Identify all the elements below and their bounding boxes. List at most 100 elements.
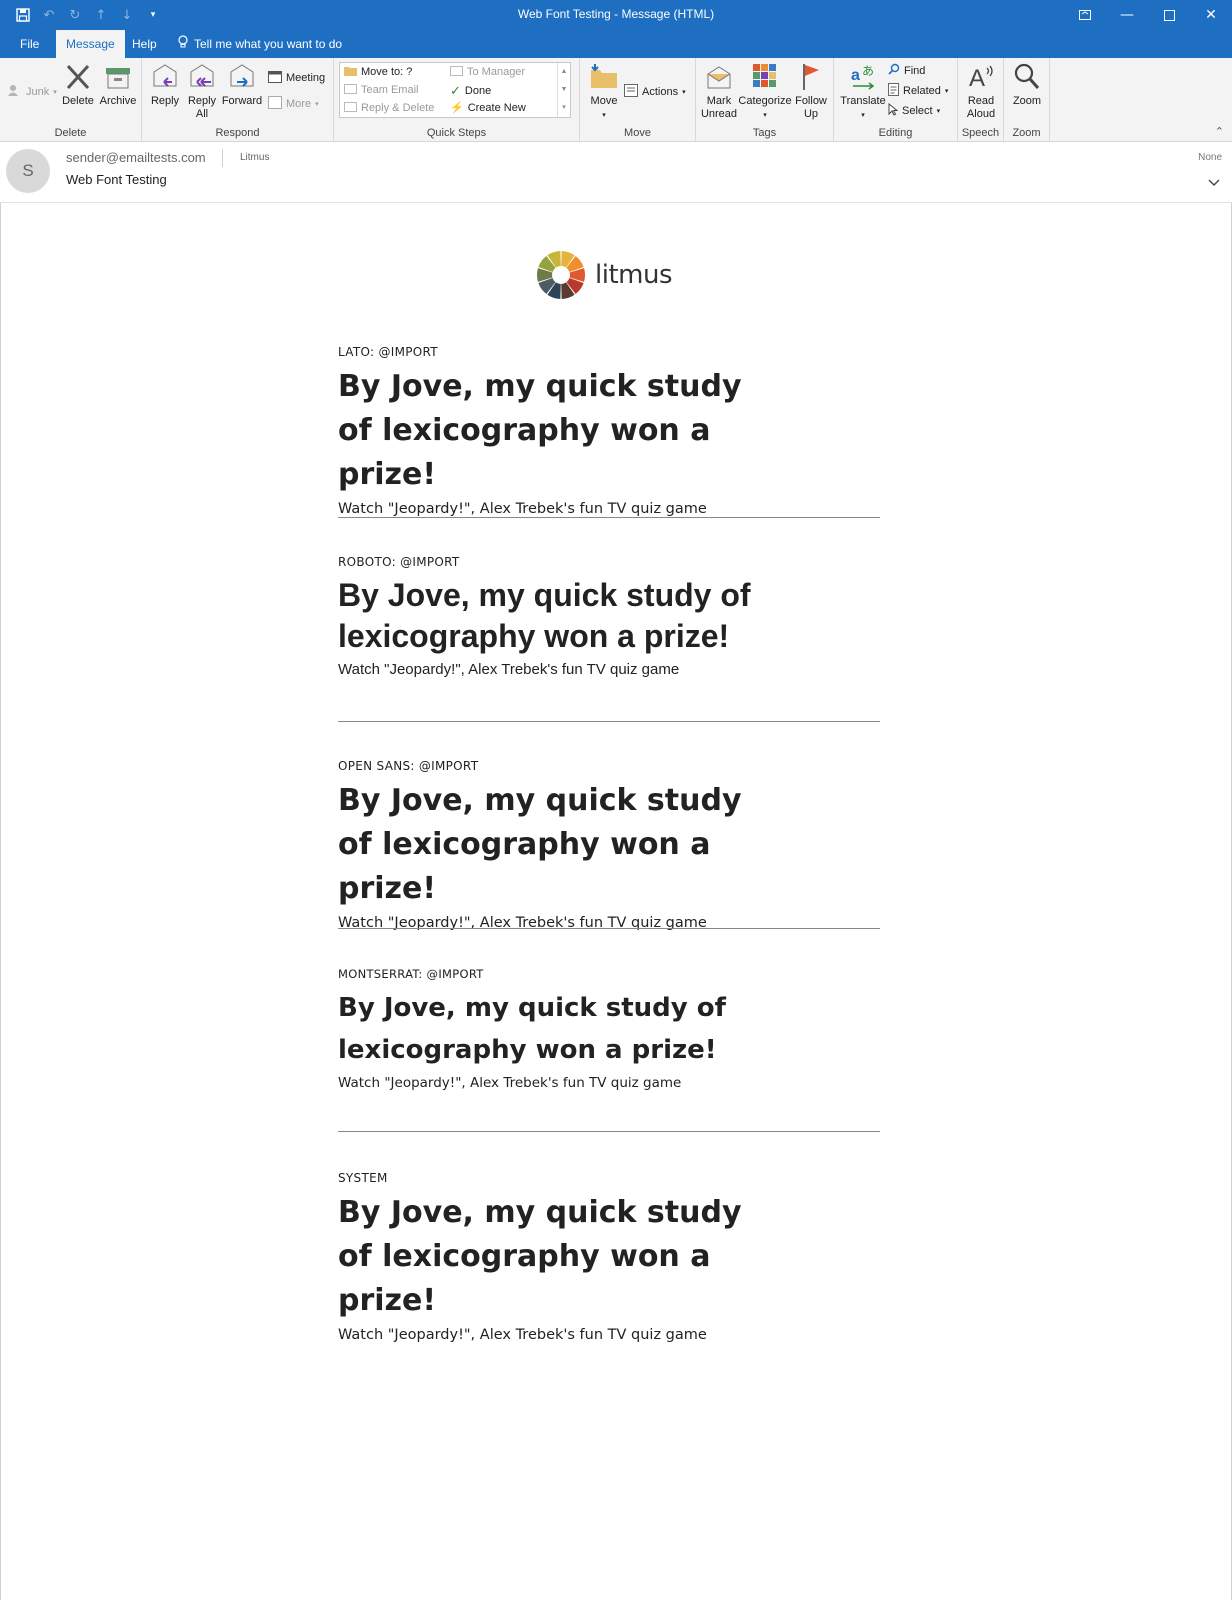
related-label: Related — [903, 85, 941, 97]
reply-all-label-1: Reply — [187, 95, 217, 107]
maximize-icon[interactable] — [1148, 0, 1190, 30]
quickstep-move-to[interactable]: Move to: ? — [344, 65, 412, 79]
logo-text: litmus — [595, 260, 673, 290]
select-button[interactable]: Select ▾ — [888, 102, 940, 119]
quickstep-create-new[interactable]: ⚡ Create New — [450, 101, 526, 115]
quick-steps-gallery: Move to: ? Team Email Reply & Delete To … — [339, 62, 571, 118]
more-icon — [268, 96, 282, 112]
delete-group-label: Delete — [54, 127, 87, 139]
forward-button[interactable]: Forward — [220, 62, 264, 108]
reply-all-button[interactable]: Reply All — [184, 62, 220, 121]
close-icon[interactable]: ✕ — [1190, 0, 1232, 30]
mark-unread-label-2: Unread — [700, 108, 738, 120]
read-aloud-button[interactable]: A Read Aloud — [962, 62, 1000, 121]
delete-button[interactable]: Delete — [60, 62, 96, 108]
find-button[interactable]: Find — [888, 63, 925, 78]
checkmark-icon: ✓ — [450, 83, 461, 98]
move-folder-icon — [586, 62, 622, 92]
respond-group-label: Respond — [215, 127, 260, 139]
reply-delete-label: Reply & Delete — [361, 102, 435, 114]
divider — [338, 1131, 880, 1132]
delete-group: Junk ▾ Delete Archive Delete — [0, 58, 142, 142]
tags-group: Mark Unread Categorize ▾ Follow Up Tags — [696, 58, 834, 142]
ribbon-display-options-icon[interactable] — [1064, 0, 1106, 30]
sample-heading: By Jove, my quick study of lexicography … — [338, 1195, 742, 1318]
litmus-logo: litmus — [535, 249, 673, 301]
quickstep-to-manager[interactable]: To Manager — [450, 65, 525, 79]
move-button[interactable]: Move ▾ — [586, 62, 622, 122]
archive-icon — [98, 62, 138, 92]
ribbon: Junk ▾ Delete Archive Delete Reply Reply… — [0, 58, 1232, 142]
sample-heading: By Jove, my quick study of lexicography … — [338, 369, 742, 492]
zoom-group-label: Zoom — [1012, 127, 1041, 139]
team-email-icon — [344, 83, 357, 97]
delete-icon — [60, 62, 96, 92]
categorize-button[interactable]: Categorize ▾ — [738, 62, 792, 122]
zoom-button[interactable]: Zoom — [1008, 62, 1046, 108]
sender-address[interactable]: sender@emailtests.com — [66, 150, 206, 165]
categorize-label: Categorize — [738, 95, 792, 107]
svg-text:あ: あ — [862, 64, 874, 78]
tab-file[interactable]: File — [10, 30, 49, 58]
quickstep-done[interactable]: ✓ Done — [450, 83, 491, 99]
forward-icon — [220, 62, 264, 92]
sample-subtext: Watch "Jeopardy!", Alex Trebek's fun TV … — [338, 661, 680, 678]
category-label: None — [1198, 152, 1222, 163]
font-sample-lato: LATO: @IMPORT By Jove, my quick study of… — [338, 345, 880, 517]
actions-icon — [624, 84, 638, 100]
junk-button[interactable]: Junk ▾ — [8, 84, 57, 99]
more-respond-button[interactable]: More ▾ — [268, 96, 319, 112]
delete-label: Delete — [62, 95, 94, 107]
header-divider — [222, 149, 223, 167]
tab-help[interactable]: Help — [122, 30, 167, 58]
sample-label: OPEN SANS: @IMPORT — [338, 759, 479, 773]
quickstep-reply-delete[interactable]: Reply & Delete — [344, 101, 434, 115]
related-button[interactable]: Related ▾ — [888, 83, 948, 99]
reply-button[interactable]: Reply — [148, 62, 182, 108]
follow-up-button[interactable]: Follow Up — [792, 62, 830, 121]
editing-group: aあ Translate ▾ Find Related ▾ Select ▾ Edit… — [834, 58, 958, 142]
sample-heading: By Jove, my quick study of lexicography … — [338, 577, 751, 654]
title-bar: ↶ ↻ ↑ ↓ ▾ Web Font Testing - Message (HT… — [0, 0, 1232, 30]
divider — [338, 721, 880, 722]
translate-button[interactable]: aあ Translate ▾ — [838, 62, 888, 122]
team-email-label: Team Email — [361, 84, 419, 96]
litmus-logo-icon — [537, 251, 585, 299]
quickstep-team-email[interactable]: Team Email — [344, 83, 418, 97]
message-header: S sender@emailtests.com Litmus Web Font … — [0, 143, 1232, 203]
editing-group-label: Editing — [878, 127, 913, 139]
recipient[interactable]: Litmus — [240, 152, 269, 163]
sample-label: ROBOTO: @IMPORT — [338, 555, 460, 569]
avatar[interactable]: S — [6, 149, 50, 193]
mark-unread-button[interactable]: Mark Unread — [700, 62, 738, 121]
find-icon — [888, 63, 900, 78]
magnifier-icon — [1008, 62, 1046, 92]
tell-me-text: Tell me what you want to do — [194, 37, 343, 51]
more-label: More — [286, 98, 312, 110]
mark-unread-label-1: Mark — [706, 95, 732, 107]
meeting-button[interactable]: Meeting — [268, 70, 325, 86]
tab-message[interactable]: Message — [56, 30, 125, 58]
sample-subtext: Watch "Jeopardy!", Alex Trebek's fun TV … — [338, 1327, 707, 1343]
follow-up-label-2: Up — [803, 108, 819, 120]
reply-all-label-2: All — [195, 108, 209, 120]
sample-subtext: Watch "Jeopardy!", Alex Trebek's fun TV … — [338, 1075, 682, 1091]
ribbon-tabs: File Message Help Tell me what you want … — [0, 30, 1232, 58]
archive-button[interactable]: Archive — [98, 62, 138, 108]
collapse-ribbon-icon[interactable]: ⌃ — [1215, 125, 1224, 138]
zoom-label: Zoom — [1012, 95, 1042, 107]
reply-all-icon — [184, 62, 220, 92]
cursor-icon — [888, 102, 899, 119]
quick-steps-group-label: Quick Steps — [426, 127, 487, 139]
quick-steps-scroll[interactable]: ▲ ▼ ▾ — [557, 63, 570, 117]
tags-group-label: Tags — [752, 127, 777, 139]
actions-button[interactable]: Actions ▾ — [624, 84, 686, 100]
move-group-label: Move — [624, 127, 651, 139]
move-label: Move — [590, 95, 618, 107]
minimize-icon[interactable]: — — [1106, 0, 1148, 30]
expand-header-icon[interactable] — [1208, 176, 1220, 190]
translate-icon: aあ — [838, 62, 888, 92]
message-subject: Web Font Testing — [66, 172, 167, 187]
tell-me-search[interactable]: Tell me what you want to do — [178, 30, 342, 58]
lightbulb-icon — [178, 30, 188, 58]
